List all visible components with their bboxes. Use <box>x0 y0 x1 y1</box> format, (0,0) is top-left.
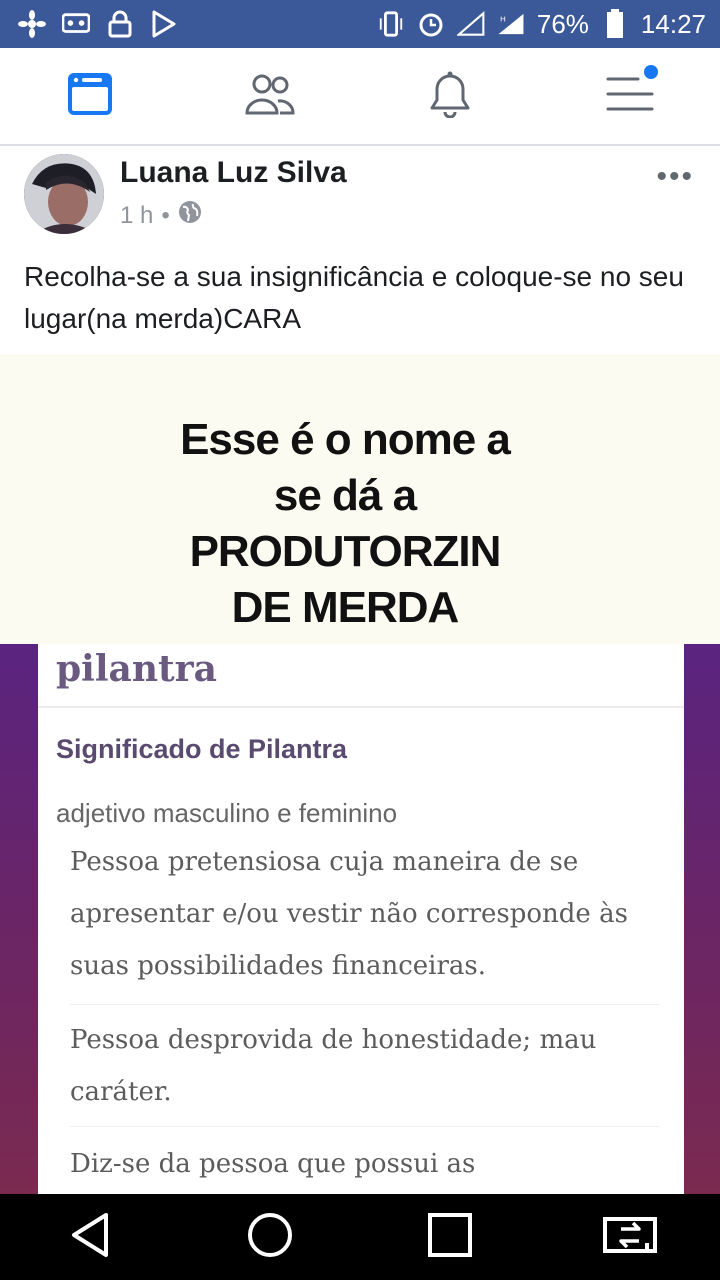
news-feed-icon <box>66 71 114 122</box>
dictionary-screenshot: pilantra Significado de Pilantra adjetiv… <box>0 644 720 1194</box>
switch-app-icon <box>601 1213 659 1262</box>
caption-line: Esse é o nome a <box>180 415 511 464</box>
tab-news-feed[interactable] <box>0 48 180 144</box>
definition: Diz-se da pessoa que possui as <box>70 1149 476 1179</box>
divider <box>70 1126 660 1127</box>
notification-badge <box>644 64 658 79</box>
back-button[interactable] <box>50 1197 130 1277</box>
definition: Pessoa desprovida de honestidade; mau ca… <box>70 1025 597 1107</box>
clock: 14:27 <box>640 8 706 39</box>
author-name[interactable]: Luana Luz Silva <box>120 156 347 190</box>
home-icon <box>246 1211 294 1264</box>
tab-bar <box>0 48 720 146</box>
battery-icon <box>601 9 629 38</box>
more-options-button[interactable]: ••• <box>656 160 694 194</box>
word-class: adjetivo masculino e feminino <box>56 798 398 828</box>
recents-icon <box>427 1212 473 1263</box>
bell-icon <box>427 70 473 123</box>
meta-separator: • <box>161 201 170 229</box>
svg-text:H: H <box>500 15 506 24</box>
friends-icon <box>244 71 296 122</box>
tab-friends[interactable] <box>180 48 360 144</box>
post-header: Luana Luz Silva 1 h • ••• <box>0 146 720 246</box>
signal-icon <box>456 10 485 38</box>
post-time[interactable]: 1 h <box>120 202 153 230</box>
home-button[interactable] <box>230 1197 310 1277</box>
vibrate-icon <box>377 10 405 38</box>
status-bar: H 76% 14:27 <box>0 0 720 48</box>
flower-icon <box>18 10 46 38</box>
back-icon <box>68 1211 112 1264</box>
lock-icon <box>106 10 134 38</box>
tab-menu[interactable] <box>540 48 720 144</box>
definition: Pessoa pretensiosa cuja maneira de se ap… <box>70 847 628 981</box>
post-text: Recolha-se a sua insignificância e coloq… <box>24 261 684 334</box>
divider <box>70 1004 660 1005</box>
voicemail-icon <box>62 10 90 38</box>
caption-line: se dá a <box>273 471 417 520</box>
h-signal-icon: H <box>497 10 525 38</box>
tab-notifications[interactable] <box>360 48 540 144</box>
caption-line: PRODUTORZIN <box>189 527 502 576</box>
switch-app-button[interactable] <box>590 1197 670 1277</box>
caption-line: DE MERDA <box>231 583 460 632</box>
alarm-icon <box>417 10 445 38</box>
dictionary-heading: Significado de Pilantra <box>56 734 348 764</box>
dictionary-card: pilantra Significado de Pilantra adjetiv… <box>38 644 684 1194</box>
dictionary-word: pilantra <box>56 648 217 690</box>
menu-icon <box>604 64 658 122</box>
recents-button[interactable] <box>410 1197 490 1277</box>
play-store-icon <box>150 10 178 38</box>
meme-caption: Esse é o nome a se dá a PRODUTORZIN DE M… <box>0 412 690 636</box>
meme-caption-area: Esse é o nome a se dá a PRODUTORZIN DE M… <box>0 354 720 644</box>
battery-percent: 76% <box>536 8 589 39</box>
post-meta: 1 h • <box>120 200 202 231</box>
globe-icon <box>178 200 202 231</box>
post-image[interactable]: Esse é o nome a se dá a PRODUTORZIN DE M… <box>0 354 720 1194</box>
system-nav-bar <box>0 1194 720 1280</box>
divider <box>38 706 684 708</box>
avatar[interactable] <box>24 154 104 234</box>
